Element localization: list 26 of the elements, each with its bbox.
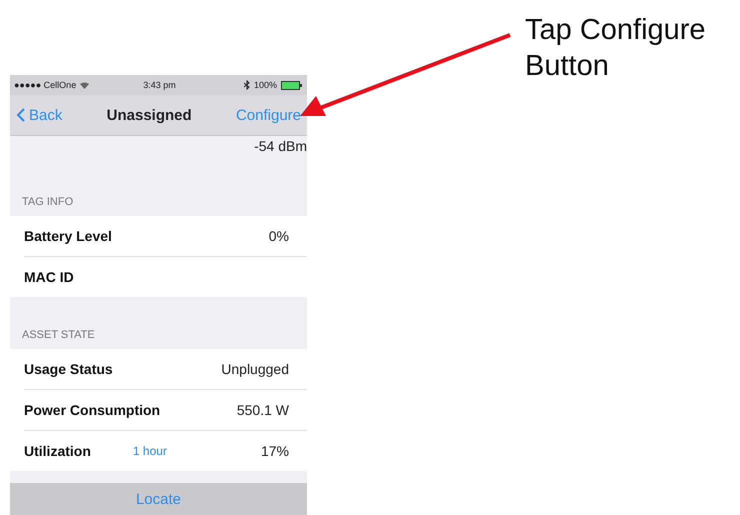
row-value: 17%	[260, 443, 289, 459]
battery-icon	[281, 80, 303, 90]
carrier-text: ●●●●● CellOne	[14, 80, 76, 90]
row-label: Power Consumption	[24, 402, 160, 418]
chevron-left-icon	[16, 108, 25, 122]
section-header: ASSET STATE	[22, 329, 95, 341]
screen-title: Unassigned	[106, 106, 192, 124]
signal-strength: -54 dBm	[254, 138, 307, 154]
row-label: Utilization	[24, 443, 91, 459]
annotation-text: Tap Configure	[525, 13, 706, 48]
configure-button[interactable]: Configure	[236, 106, 301, 124]
row-value: 0%	[268, 228, 289, 244]
row-value: Unplugged	[221, 361, 289, 377]
wifi-icon	[80, 82, 90, 88]
back-button[interactable]: Back	[16, 106, 62, 124]
locate-button[interactable]: Locate	[130, 490, 188, 508]
battery-text: 100%	[254, 80, 277, 90]
annotation-text: Button	[525, 49, 610, 84]
row-label: Usage Status	[24, 361, 113, 377]
bluetooth-icon	[244, 80, 250, 90]
row-label: MAC ID	[24, 269, 74, 285]
row-value: 550.1 W	[236, 402, 289, 418]
time-text: 3:43 pm	[143, 80, 176, 90]
period-link[interactable]: 1 hour	[132, 444, 167, 458]
section-header: TAG INFO	[22, 196, 74, 208]
row-label: Battery Level	[24, 228, 112, 244]
